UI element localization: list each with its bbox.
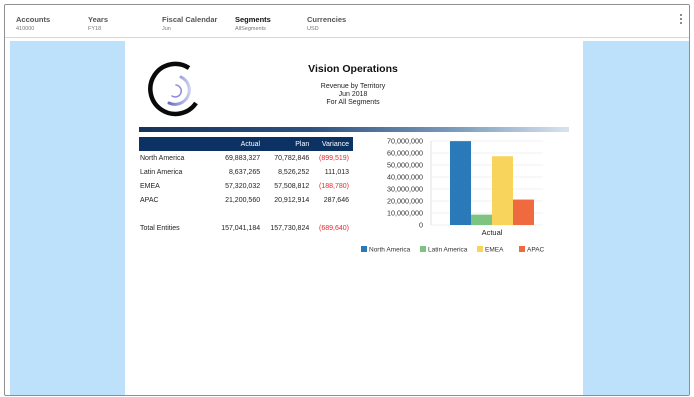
pov-bar: Accounts 410000 Years FY18 Fiscal Calend… — [5, 5, 689, 38]
right-margin-panel — [583, 41, 689, 395]
row-actual: 69,883,327 — [225, 154, 261, 162]
total-actual: 157,041,184 — [221, 224, 261, 232]
header-variance: Variance — [321, 140, 349, 148]
header-blank — [139, 137, 215, 151]
pov-years[interactable]: Years FY18 — [88, 15, 108, 33]
y-tick-label: 20,000,000 — [387, 196, 423, 205]
report-subtitle: Revenue by Territory Jun 2018 For All Se… — [303, 83, 403, 107]
pov-fiscal-calendar-value: Jun — [162, 26, 171, 32]
revenue-table: Actual Plan Variance North America 69,88… — [139, 137, 353, 235]
row-variance: 287,646 — [323, 196, 349, 204]
report-page: Vision Operations Revenue by Territory J… — [125, 41, 583, 395]
revenue-bar-chart: 0 10,000,000 20,000,000 30,000,000 40,000,00… — [361, 136, 545, 254]
row-label: APAC — [140, 196, 159, 204]
app-frame: Accounts 410000 Years FY18 Fiscal Calend… — [4, 4, 690, 396]
report-title: Vision Operations — [308, 63, 398, 75]
pov-currencies-value: USD — [307, 26, 319, 32]
row-actual: 21,200,560 — [225, 196, 261, 204]
row-variance: (188,780) — [319, 182, 349, 190]
legend-swatch — [420, 246, 426, 252]
total-variance: (689,640) — [319, 224, 349, 232]
table-row: Latin America 8,637,265 8,526,252 111,01… — [139, 165, 353, 179]
total-plan: 157,730,824 — [270, 224, 310, 232]
left-margin-panel — [10, 41, 125, 395]
row-label: North America — [140, 154, 185, 162]
pov-segments-value: AllSegments — [235, 26, 266, 32]
subtitle-line-2: Jun 2018 — [338, 91, 368, 98]
pov-years-value: FY18 — [88, 26, 102, 32]
table-row: APAC 21,200,560 20,912,914 287,646 — [139, 193, 353, 207]
table-total-row: Total Entities 157,041,184 157,730,824 (… — [139, 221, 353, 235]
row-variance: (899,519) — [319, 154, 349, 162]
legend-label: North America — [369, 247, 411, 254]
legend-swatch — [519, 246, 525, 252]
pov-currencies-name: Currencies — [307, 15, 347, 24]
company-logo — [148, 61, 198, 117]
bar-emea — [492, 156, 513, 225]
legend-swatch — [361, 246, 367, 252]
y-tick-label: 40,000,000 — [387, 172, 423, 181]
table-row: North America 69,883,327 70,782,846 (899… — [139, 151, 353, 165]
bar-north-america — [450, 141, 471, 225]
row-plan: 8,526,252 — [278, 168, 310, 176]
bar-apac — [513, 199, 534, 225]
table-row: EMEA 57,320,032 57,508,812 (188,780) — [139, 179, 353, 193]
row-plan: 70,782,846 — [274, 154, 310, 162]
y-tick-label: 50,000,000 — [387, 160, 423, 169]
row-actual: 8,637,265 — [228, 168, 261, 176]
x-axis-label: Actual — [482, 228, 503, 237]
header-actual: Actual — [240, 140, 261, 148]
table-header-row: Actual Plan Variance — [139, 137, 353, 151]
legend-label: Latin America — [428, 247, 468, 254]
row-label: Latin America — [140, 168, 183, 176]
row-plan: 57,508,812 — [274, 182, 310, 190]
row-actual: 57,320,032 — [225, 182, 261, 190]
table-spacer-row — [139, 207, 353, 221]
more-options-icon[interactable] — [679, 14, 683, 25]
pov-currencies[interactable]: Currencies USD — [307, 15, 346, 33]
pov-fiscal-calendar-name: Fiscal Calendar — [162, 15, 218, 24]
y-tick-label: 0 — [419, 220, 423, 229]
y-tick-label: 10,000,000 — [387, 208, 423, 217]
row-variance: 111,013 — [324, 168, 349, 176]
y-tick-label: 30,000,000 — [387, 184, 423, 193]
pov-segments-name: Segments — [235, 15, 271, 24]
header-plan: Plan — [295, 140, 310, 148]
subtitle-line-3: For All Segments — [326, 99, 380, 106]
pov-fiscal-calendar[interactable]: Fiscal Calendar Jun — [162, 15, 217, 33]
y-tick-label: 60,000,000 — [387, 148, 423, 157]
row-plan: 20,912,914 — [274, 196, 310, 204]
pov-years-name: Years — [88, 15, 109, 24]
pov-accounts[interactable]: Accounts 410000 — [16, 15, 50, 33]
legend-label: EMEA — [485, 247, 504, 254]
subtitle-line-1: Revenue by Territory — [320, 83, 386, 90]
row-label: EMEA — [140, 182, 160, 190]
bar-latin-america — [471, 214, 492, 225]
legend-swatch — [477, 246, 483, 252]
legend-label: APAC — [527, 247, 545, 254]
header-divider — [139, 127, 569, 132]
pov-segments[interactable]: Segments AllSegments — [235, 15, 271, 33]
y-tick-label: 70,000,000 — [387, 136, 423, 145]
total-label: Total Entities — [140, 224, 180, 232]
pov-accounts-name: Accounts — [16, 15, 51, 24]
pov-accounts-value: 410000 — [16, 26, 35, 32]
